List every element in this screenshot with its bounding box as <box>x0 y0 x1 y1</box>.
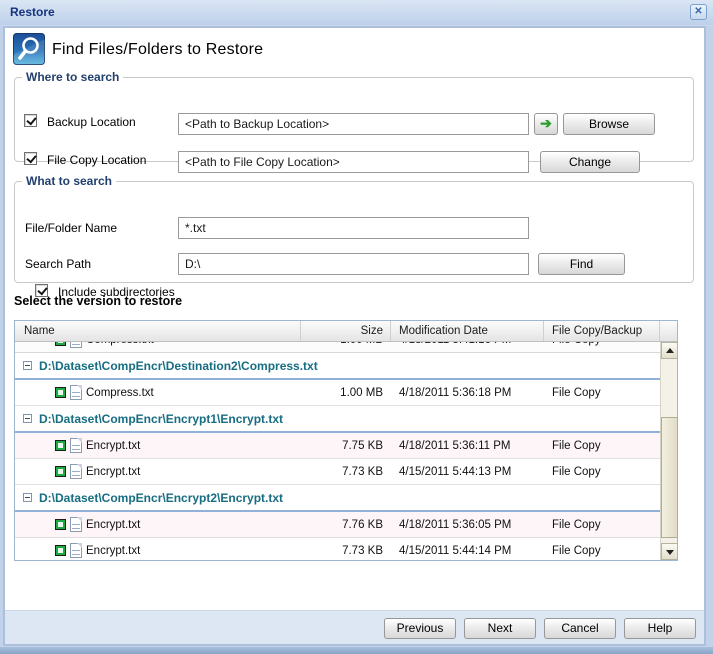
column-header-file-copy-backup[interactable]: File Copy/Backup <box>544 321 660 341</box>
group-path: D:\Dataset\CompEncr\Destination2\Compres… <box>39 359 318 373</box>
group-header-row[interactable]: D:\Dataset\CompEncr\Encrypt1\Encrypt.txt <box>15 406 660 433</box>
footer-bar: Previous Next Cancel Help <box>5 610 704 644</box>
scroll-down-icon[interactable] <box>661 543 678 560</box>
backup-location-label: Backup Location <box>47 115 136 129</box>
file-select-checkbox[interactable] <box>55 466 66 477</box>
file-location: File Copy <box>544 545 660 557</box>
column-header-name[interactable]: Name <box>15 321 301 341</box>
help-button[interactable]: Help <box>624 618 696 639</box>
file-icon <box>70 342 82 348</box>
file-icon <box>70 464 82 479</box>
select-version-title: Select the version to restore <box>14 294 182 308</box>
table-row[interactable]: Encrypt.txt 7.75 KB 4/18/2011 5:36:11 PM… <box>15 433 660 459</box>
file-size: 7.73 KB <box>301 545 391 557</box>
file-date: 4/15/2011 5:44:14 PM <box>391 545 544 557</box>
file-date: 4/18/2011 5:36:18 PM <box>391 387 544 399</box>
file-select-checkbox[interactable] <box>55 342 66 346</box>
file-size: 7.75 KB <box>301 440 391 452</box>
file-name: Encrypt.txt <box>86 466 140 478</box>
file-date: 4/18/2011 5:41:16 PM <box>391 342 544 346</box>
file-date: 4/18/2011 5:36:05 PM <box>391 519 544 531</box>
column-header-size[interactable]: Size <box>301 321 391 341</box>
file-icon <box>70 385 82 400</box>
table-row[interactable]: Encrypt.txt 7.73 KB 4/15/2011 5:44:13 PM… <box>15 459 660 485</box>
file-folder-name-input[interactable] <box>178 217 529 239</box>
scroll-up-icon[interactable] <box>661 342 678 359</box>
file-copy-location-input[interactable] <box>178 151 529 173</box>
file-icon <box>70 543 82 558</box>
search-path-input[interactable] <box>178 253 529 275</box>
file-location: File Copy <box>544 466 660 478</box>
file-name: Compress.txt <box>86 387 154 399</box>
file-location: File Copy <box>544 387 660 399</box>
what-to-search-group: What to search File/Folder Name Search P… <box>14 174 694 283</box>
file-select-checkbox[interactable] <box>55 545 66 556</box>
file-copy-location-checkbox[interactable] <box>24 152 37 165</box>
window-title: Restore <box>10 5 55 19</box>
change-button[interactable]: Change <box>540 151 640 173</box>
cancel-button[interactable]: Cancel <box>544 618 616 639</box>
file-select-checkbox[interactable] <box>55 440 66 451</box>
table-header-row: Name Size Modification Date File Copy/Ba… <box>15 321 677 342</box>
table-row-clipped[interactable]: Compress.txt 1.00 MB 4/18/2011 5:41:16 P… <box>15 342 660 353</box>
where-to-search-group: Where to search Backup Location ➔ Browse… <box>14 70 694 162</box>
titlebar: Restore ✕ <box>0 0 713 26</box>
scrollbar-thumb[interactable] <box>661 417 678 538</box>
what-to-search-legend: What to search <box>22 174 116 188</box>
table-body: Compress.txt 1.00 MB 4/18/2011 5:41:16 P… <box>15 342 660 560</box>
column-header-spacer <box>660 321 677 341</box>
file-size: 1.00 MB <box>301 342 391 346</box>
table-row[interactable]: Encrypt.txt 7.73 KB 4/15/2011 5:44:14 PM… <box>15 538 660 560</box>
column-header-modification-date[interactable]: Modification Date <box>391 321 544 341</box>
close-icon[interactable]: ✕ <box>690 4 707 20</box>
file-name: Compress.txt <box>86 342 154 346</box>
go-arrow-icon[interactable]: ➔ <box>534 113 558 135</box>
window-bottom-edge <box>0 647 713 654</box>
file-date: 4/15/2011 5:44:13 PM <box>391 466 544 478</box>
file-name: Encrypt.txt <box>86 519 140 531</box>
collapse-icon[interactable] <box>23 493 32 502</box>
file-size: 7.73 KB <box>301 466 391 478</box>
file-icon <box>70 517 82 532</box>
search-icon <box>13 33 45 70</box>
file-name: Encrypt.txt <box>86 440 140 452</box>
backup-location-input[interactable] <box>178 113 529 135</box>
page-title: Find Files/Folders to Restore <box>52 41 263 59</box>
file-select-checkbox[interactable] <box>55 519 66 530</box>
where-to-search-legend: Where to search <box>22 70 123 84</box>
file-copy-location-label: File Copy Location <box>47 153 146 167</box>
find-button[interactable]: Find <box>538 253 625 275</box>
vertical-scrollbar[interactable] <box>660 342 677 560</box>
file-location: File Copy <box>544 519 660 531</box>
file-select-checkbox[interactable] <box>55 387 66 398</box>
group-header-row[interactable]: D:\Dataset\CompEncr\Destination2\Compres… <box>15 353 660 380</box>
browse-button[interactable]: Browse <box>563 113 655 135</box>
group-path: D:\Dataset\CompEncr\Encrypt2\Encrypt.txt <box>39 491 283 505</box>
search-path-label: Search Path <box>25 257 91 271</box>
collapse-icon[interactable] <box>23 361 32 370</box>
table-row[interactable]: Compress.txt 1.00 MB 4/18/2011 5:36:18 P… <box>15 380 660 406</box>
restore-dialog: Restore ✕ Find Files/Folders to Restore … <box>0 0 713 654</box>
group-path: D:\Dataset\CompEncr\Encrypt1\Encrypt.txt <box>39 412 283 426</box>
file-location: File Copy <box>544 440 660 452</box>
group-header-row[interactable]: D:\Dataset\CompEncr\Encrypt2\Encrypt.txt <box>15 485 660 512</box>
backup-location-checkbox[interactable] <box>24 114 37 127</box>
file-name: Encrypt.txt <box>86 545 140 557</box>
file-date: 4/18/2011 5:36:11 PM <box>391 440 544 452</box>
file-location: File Copy <box>544 342 660 346</box>
file-folder-name-label: File/Folder Name <box>25 221 117 235</box>
file-size: 1.00 MB <box>301 387 391 399</box>
file-icon <box>70 438 82 453</box>
collapse-icon[interactable] <box>23 414 32 423</box>
previous-button[interactable]: Previous <box>384 618 456 639</box>
next-button[interactable]: Next <box>464 618 536 639</box>
table-row[interactable]: Encrypt.txt 7.76 KB 4/18/2011 5:36:05 PM… <box>15 512 660 538</box>
file-size: 7.76 KB <box>301 519 391 531</box>
versions-table: Name Size Modification Date File Copy/Ba… <box>14 320 678 561</box>
content-panel: Find Files/Folders to Restore Where to s… <box>3 26 706 646</box>
